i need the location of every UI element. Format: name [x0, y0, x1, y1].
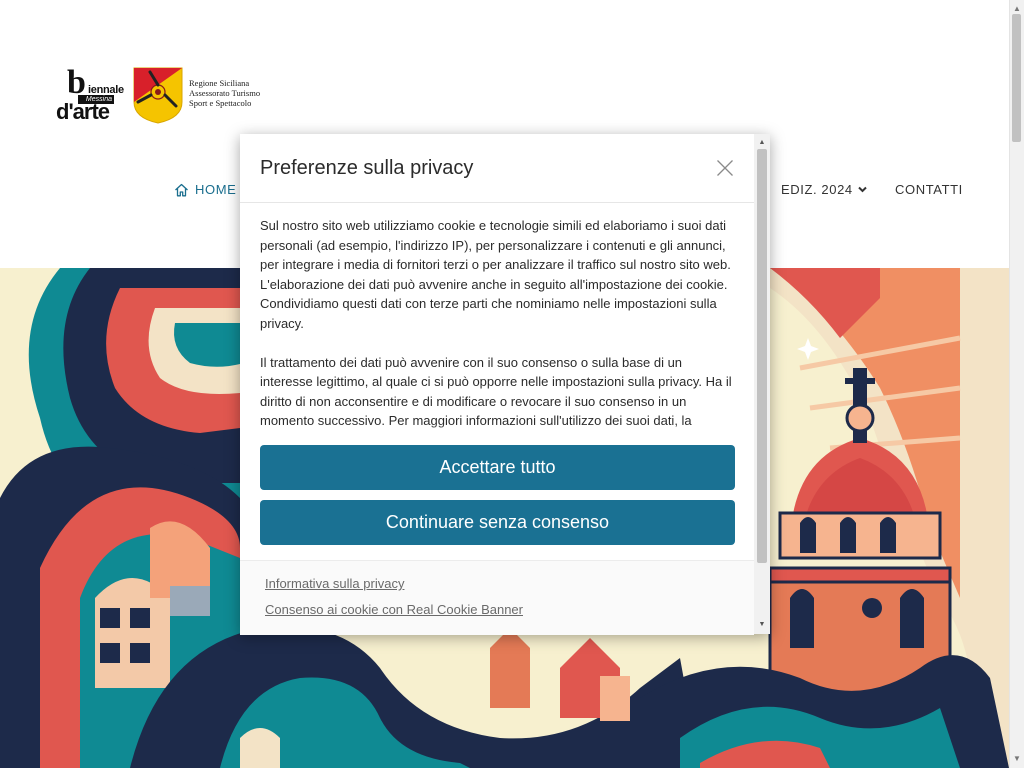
home-icon [175, 183, 188, 196]
privacy-paragraph: Il trattamento dei dati può avvenire con… [260, 354, 732, 429]
privacy-paragraph: Sul nostro sito web utilizziamo cookie e… [260, 218, 731, 331]
regione-siciliana-logo[interactable]: Regione Siciliana Assessorato Turismo Sp… [132, 64, 260, 126]
logo-darte: d'arte [56, 99, 110, 124]
nav-contatti[interactable]: CONTATTI [895, 182, 963, 197]
nav-home-label: HOME [195, 182, 237, 197]
biennale-logo[interactable]: b iennale Messina d'arte [56, 66, 124, 125]
dialog-scroll-up-icon[interactable]: ▲ [754, 136, 770, 150]
close-icon[interactable] [716, 159, 734, 177]
region-line: Sport e Spettacolo [189, 98, 252, 108]
page-scrollbar[interactable]: ▲ ▼ [1009, 0, 1024, 768]
page-scrollbar-thumb[interactable] [1012, 14, 1021, 142]
chevron-down-icon [858, 186, 867, 193]
trinacria-shield-icon [133, 67, 183, 124]
nav-ediz-label: EDIZ. 2024 [781, 182, 853, 197]
dialog-scrollbar[interactable]: ▲ ▼ [754, 134, 770, 634]
nav-ediz-2024[interactable]: EDIZ. 2024 [781, 182, 867, 197]
cookie-consent-link[interactable]: Consenso ai cookie con Real Cookie Banne… [265, 602, 523, 617]
text-fade-overlay [240, 424, 754, 440]
dialog-header: Preferenze sulla privacy [240, 134, 754, 203]
nav-home[interactable]: HOME [174, 182, 236, 197]
dialog-scroll-down-icon[interactable]: ▼ [754, 618, 770, 632]
region-text: Regione Siciliana Assessorato Turismo Sp… [189, 78, 260, 108]
dialog-scrollbar-thumb[interactable] [757, 149, 767, 563]
region-line: Regione Siciliana [189, 78, 250, 88]
continue-without-consent-button[interactable]: Continuare senza consenso [260, 500, 735, 545]
region-line: Assessorato Turismo [189, 88, 261, 98]
dialog-footer: Informativa sulla privacy Consenso ai co… [240, 560, 754, 635]
privacy-preferences-dialog: Preferenze sulla privacy Sul nostro sito… [240, 134, 770, 635]
scroll-down-arrow-icon[interactable]: ▼ [1010, 752, 1024, 766]
privacy-policy-link[interactable]: Informativa sulla privacy [265, 576, 404, 591]
dialog-body-text: Sul nostro sito web utilizziamo cookie e… [260, 216, 738, 432]
accept-all-button[interactable]: Accettare tutto [260, 445, 735, 490]
dialog-title: Preferenze sulla privacy [260, 157, 474, 179]
